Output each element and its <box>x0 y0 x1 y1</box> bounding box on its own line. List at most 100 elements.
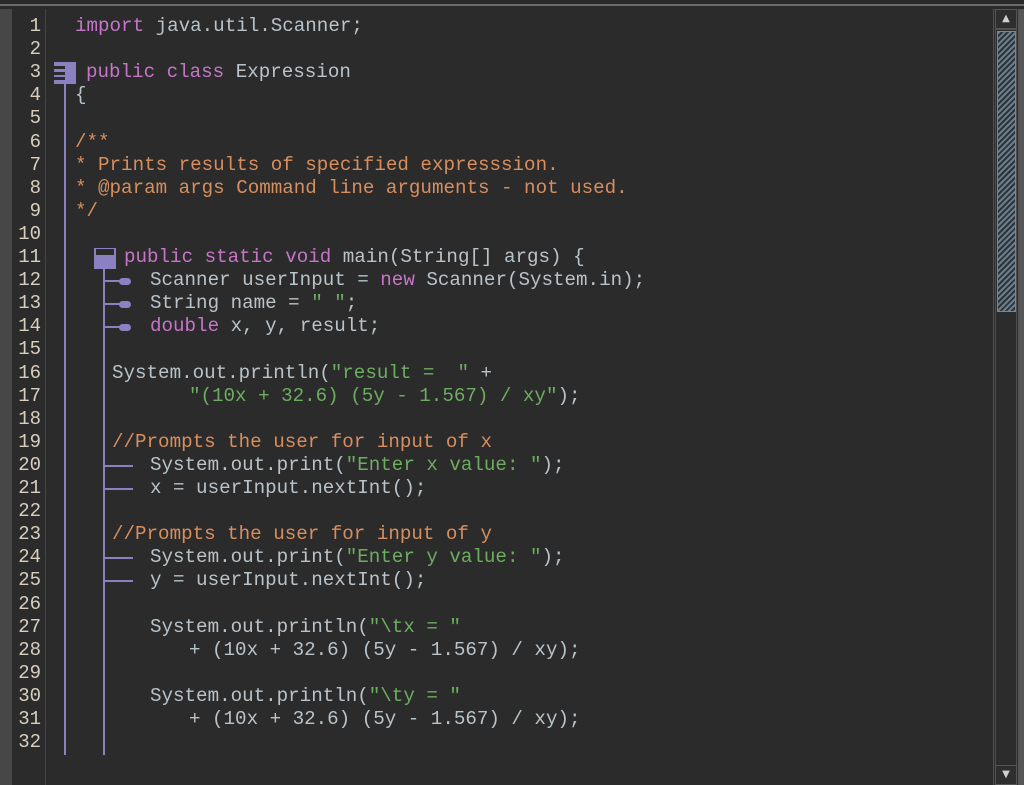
fold-box-inner <box>96 249 114 255</box>
line-number: 18 <box>18 407 41 430</box>
code-token: System.out.println( <box>112 361 331 384</box>
line-number: 9 <box>29 199 41 222</box>
code-line[interactable]: System.out.print("Enter x value: "); <box>150 454 565 477</box>
line-number: 1 <box>29 15 41 37</box>
scroll-down-button[interactable]: ▼ <box>995 765 1017 785</box>
code-token: String name = <box>150 292 312 315</box>
line-number: 20 <box>18 453 41 476</box>
code-line[interactable]: */ <box>75 200 98 223</box>
code-line[interactable]: + (10x + 32.6) (5y - 1.567) / xy); <box>189 708 581 731</box>
comment-token: * @param args Command line arguments - n… <box>75 176 628 199</box>
code-token: ); <box>541 546 565 569</box>
keyword-token: double <box>150 315 220 338</box>
code-token: System.out.println( <box>150 615 369 638</box>
code-line[interactable]: System.out.println("\ty = " <box>150 685 461 708</box>
comment-token: //Prompts the user for input of y <box>112 523 492 546</box>
code-token: System.out.print( <box>150 453 346 476</box>
code-line[interactable]: public class Expression <box>86 61 351 84</box>
code-token: x, y, result; <box>219 315 381 338</box>
line-number: 25 <box>18 569 41 592</box>
statement-branch-line <box>103 488 133 490</box>
keyword-token: public <box>124 246 194 268</box>
code-token: x = userInput.nextInt(); <box>150 477 427 499</box>
line-number: 7 <box>29 153 41 176</box>
code-line[interactable]: String name = " "; <box>150 292 357 315</box>
line-number: 13 <box>18 292 41 315</box>
keyword-token: static <box>204 246 274 268</box>
declaration-bullet-icon <box>119 277 131 285</box>
line-number: 8 <box>29 176 41 199</box>
line-number: 30 <box>18 684 41 707</box>
code-line[interactable]: import java.util.Scanner; <box>75 15 363 38</box>
code-line[interactable]: y = userInput.nextInt(); <box>150 569 426 592</box>
scroll-track[interactable] <box>995 29 1017 766</box>
line-number: 27 <box>18 615 41 638</box>
line-number: 22 <box>18 500 41 523</box>
line-number: 12 <box>18 269 41 292</box>
line-number: 17 <box>18 384 41 407</box>
code-token: ); <box>557 384 581 407</box>
code-token: System.out.println( <box>150 684 369 707</box>
line-number: 3 <box>29 61 41 84</box>
code-line[interactable]: * Prints results of specified expresssio… <box>75 154 559 177</box>
string-token: "\ty = " <box>368 684 461 707</box>
keyword-token: void <box>285 246 332 268</box>
code-token: + <box>468 361 492 384</box>
class-fold-icon[interactable] <box>51 62 76 85</box>
line-number: 26 <box>18 592 41 615</box>
fold-bar <box>51 71 65 75</box>
code-token: ); <box>541 453 565 476</box>
line-number: 32 <box>18 731 41 754</box>
method-fold-icon[interactable] <box>94 248 116 269</box>
keyword-token: public <box>86 61 156 84</box>
fold-bar <box>51 77 65 81</box>
code-token: ; <box>345 292 358 315</box>
code-editor[interactable]: import java.util.Scanner; public class Ex… <box>46 9 992 785</box>
keyword-token: import <box>75 15 145 37</box>
line-number: 28 <box>18 638 41 661</box>
code-line[interactable]: System.out.print("Enter y value: "); <box>150 546 565 569</box>
arrow-up-icon: ▲ <box>1002 13 1010 24</box>
statement-branch-line <box>103 557 133 560</box>
code-line[interactable]: System.out.println("\tx = " <box>150 616 461 639</box>
code-line[interactable]: //Prompts the user for input of x <box>112 431 492 454</box>
string-token: "result = " <box>330 361 469 384</box>
code-line[interactable]: //Prompts the user for input of y <box>112 523 492 546</box>
fold-bar <box>51 66 65 70</box>
code-line[interactable]: double x, y, result; <box>150 315 380 338</box>
line-number: 14 <box>18 315 41 338</box>
line-number: 19 <box>18 430 41 453</box>
code-token: { <box>75 84 87 107</box>
string-token: "Enter y value: " <box>345 546 542 569</box>
code-token: + (10x + 32.6) (5y - 1.567) / xy); <box>189 708 581 730</box>
line-number: 16 <box>18 361 41 384</box>
method-structure-line <box>103 269 105 756</box>
window-right-edge <box>1018 9 1024 785</box>
code-line[interactable]: + (10x + 32.6) (5y - 1.567) / xy); <box>189 639 581 662</box>
keyword-token: class <box>166 61 225 84</box>
string-token: "\tx = " <box>368 615 461 638</box>
code-token: System.out.print( <box>150 546 346 569</box>
scroll-up-button[interactable]: ▲ <box>995 9 1017 29</box>
vertical-scrollbar[interactable]: ▲ ▼ <box>993 9 1019 785</box>
code-line[interactable]: { <box>75 84 87 107</box>
line-number: 21 <box>18 477 41 499</box>
code-token: main(String[] args) { <box>331 246 585 268</box>
code-line[interactable]: x = userInput.nextInt(); <box>150 477 426 500</box>
line-number: 29 <box>18 661 41 684</box>
comment-token: * Prints results of specified expresssio… <box>75 153 559 176</box>
scroll-thumb[interactable] <box>997 31 1016 312</box>
code-line[interactable]: "(10x + 32.6) (5y - 1.567) / xy"); <box>189 385 581 408</box>
code-line[interactable]: /** <box>75 131 110 154</box>
line-number-gutter: 1 2 3 4 5 6 7 8 9 10 11 12 13 14 15 16 17 18 19 20 21 22 23 24 2… <box>12 9 46 785</box>
comment-token: /** <box>75 130 110 153</box>
code-line[interactable]: * @param args Command line arguments - n… <box>75 177 628 200</box>
code-line[interactable]: Scanner userInput = new Scanner(System.i… <box>150 269 645 292</box>
code-line[interactable]: System.out.println("result = " + <box>112 362 492 385</box>
line-number: 5 <box>29 107 41 130</box>
line-number: 24 <box>18 546 41 569</box>
code-line[interactable]: public static void main(String[] args) { <box>124 246 585 269</box>
line-number: 10 <box>18 222 41 245</box>
